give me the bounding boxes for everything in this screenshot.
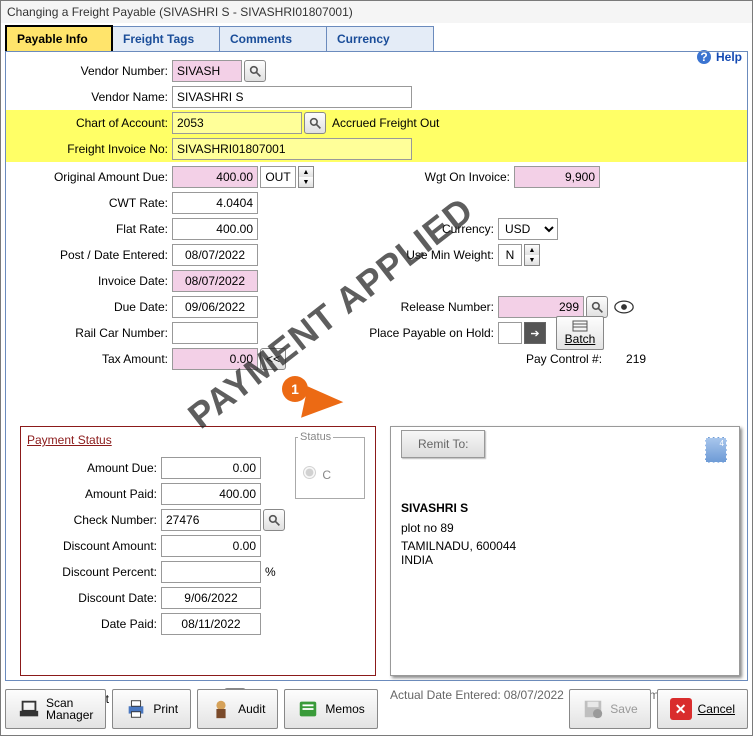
post-date-field[interactable] [172,244,258,266]
label-due-date: Due Date: [6,300,172,314]
tax-amount-field[interactable] [172,348,258,370]
scan-manager-button[interactable]: ScanManager [5,689,106,729]
label-check-number: Check Number: [21,513,161,527]
invoice-date-field[interactable] [172,270,258,292]
chart-account-search-icon[interactable] [304,112,326,134]
wgt-invoice-field[interactable] [514,166,600,188]
tab-comments[interactable]: Comments [219,26,327,51]
memos-button[interactable]: Memos [284,689,377,729]
label-chart-account: Chart of Account: [6,116,172,130]
callout-1: 1 [282,376,308,402]
remit-name: SIVASHRI S [401,501,729,515]
date-paid-field[interactable] [161,613,261,635]
batch-button[interactable]: Batch [556,316,604,350]
print-button[interactable]: Print [112,689,191,729]
vendor-number-search-icon[interactable] [244,60,266,82]
label-flat-rate: Flat Rate: [6,222,172,236]
due-date-field[interactable] [172,296,258,318]
tab-payable-info[interactable]: Payable Info [5,25,113,51]
close-icon: ✕ [670,698,692,720]
out-field[interactable] [260,166,296,188]
remit-addr2: TAMILNADU, 600044 [401,539,729,553]
label-tax-amount: Tax Amount: [6,352,172,366]
flat-rate-field[interactable] [172,218,258,240]
label-currency: Currency: [378,222,498,236]
status-legend: Status [298,431,333,443]
chart-account-field[interactable] [172,112,302,134]
label-post-date: Post / Date Entered: [6,248,172,262]
hold-arrow-button[interactable]: ➔ [524,322,546,344]
percent-sign: % [265,565,276,579]
window-title: Changing a Freight Payable (SIVASHRI S -… [1,1,752,23]
label-discount-amount: Discount Amount: [21,539,161,553]
label-amount-due: Amount Due: [21,461,161,475]
amount-due-field[interactable] [161,457,261,479]
chart-account-desc: Accrued Freight Out [332,116,439,130]
tab-bar: Payable Info Freight Tags Comments Curre… [5,25,748,51]
vendor-name-field[interactable] [172,86,412,108]
freight-invoice-field[interactable] [172,138,412,160]
status-c-label: C [322,468,331,482]
out-stepper[interactable]: ▲▼ [298,166,314,188]
label-discount-percent: Discount Percent: [21,565,161,579]
label-vendor-name: Vendor Name: [6,90,172,104]
remit-panel: Remit To: 4 SIVASHRI S plot no 89 TAMILN… [390,426,740,676]
label-cwt-rate: CWT Rate: [6,196,172,210]
label-use-min-weight: Use Min Weight: [378,248,498,262]
label-railcar: Rail Car Number: [6,326,172,340]
cancel-button[interactable]: ✕ Cancel [657,689,748,729]
hold-field[interactable] [498,322,522,344]
status-group: Status C [295,431,365,499]
label-release-number: Release Number: [378,300,498,314]
label-discount-date: Discount Date: [21,591,161,605]
label-vendor-number: Vendor Number: [6,64,172,78]
remit-addr3: INDIA [401,553,729,567]
remit-addr1: plot no 89 [401,521,729,535]
label-pay-control: Pay Control #: [526,352,602,366]
cwt-rate-field[interactable] [172,192,258,214]
label-invoice-date: Invoice Date: [6,274,172,288]
currency-select[interactable]: USD [498,218,558,240]
tab-panel-payable: Vendor Number: Vendor Name: Chart of Acc… [5,51,748,681]
railcar-field[interactable] [172,322,258,344]
check-search-icon[interactable] [263,509,285,531]
check-number-field[interactable] [161,509,261,531]
callout-bubble: 1 [282,376,308,402]
label-wgt-invoice: Wgt On Invoice: [394,170,514,184]
original-amount-due-field[interactable] [172,166,258,188]
payment-status-panel: Payment Status Amount Due: Amount Paid: … [20,426,376,676]
label-hold: Place Payable on Hold: [358,326,498,340]
use-min-weight-stepper[interactable]: ▲▼ [524,244,540,266]
audit-button[interactable]: Audit [197,689,278,729]
release-search-icon[interactable] [586,296,608,318]
stamp-icon: 4 [705,437,727,463]
lessless-button[interactable]: << [260,348,286,370]
discount-date-field[interactable] [161,587,261,609]
use-min-weight-field[interactable] [498,244,522,266]
label-freight-invoice: Freight Invoice No: [6,142,172,156]
tab-currency[interactable]: Currency [326,26,434,51]
save-button[interactable]: Save [569,689,650,729]
tab-freight-tags[interactable]: Freight Tags [112,26,220,51]
remit-to-button[interactable]: Remit To: [401,430,485,458]
footer-toolbar: ScanManager Print Audit Memos Save ✕ Can… [5,689,748,729]
status-c-radio[interactable] [303,466,316,479]
pay-control-value: 219 [616,352,646,366]
amount-paid-field[interactable] [161,483,261,505]
label-date-paid: Date Paid: [21,617,161,631]
label-amount-paid: Amount Paid: [21,487,161,501]
label-original-amount-due: Original Amount Due: [6,170,172,184]
view-release-icon[interactable] [612,297,636,317]
discount-amount-field[interactable] [161,535,261,557]
vendor-number-field[interactable] [172,60,242,82]
discount-percent-field[interactable] [161,561,261,583]
release-number-field[interactable] [498,296,584,318]
